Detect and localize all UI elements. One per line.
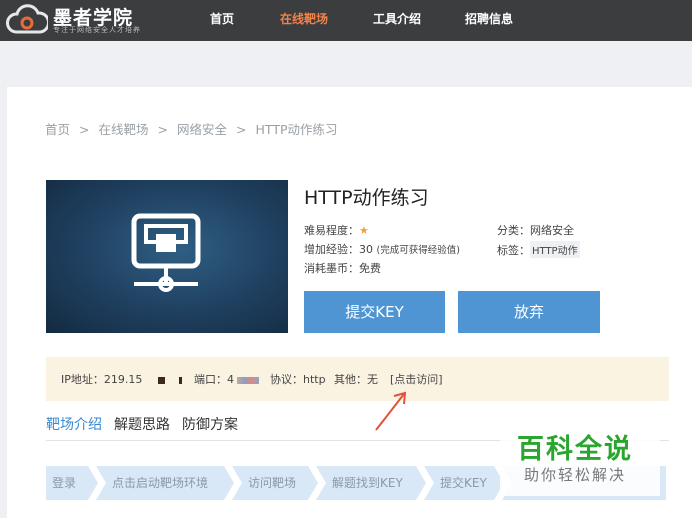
visit-link[interactable]: [点击访问]	[390, 371, 443, 387]
step-login: 登录	[52, 476, 77, 490]
experience-row: 增加经验：30 (完成可获得经验值)	[304, 241, 460, 257]
tab-introduction[interactable]: 靶场介绍	[46, 414, 102, 434]
breadcrumb-current: HTTP动作练习	[255, 122, 338, 137]
port-text: 端口：4	[194, 373, 234, 386]
annotation-arrow-icon	[375, 391, 407, 431]
chevron-right-icon	[416, 466, 434, 500]
breadcrumb-online-range[interactable]: 在线靶场	[99, 119, 149, 138]
breadcrumb-separator: >	[236, 122, 247, 137]
chevron-right-icon	[88, 466, 106, 500]
step-submit-key: 提交KEY	[440, 476, 487, 490]
category-label: 分类：网络安全	[497, 224, 574, 237]
difficulty-row: 难易程度：★	[304, 222, 369, 238]
redacted-mark	[158, 376, 166, 384]
nav-home[interactable]: 首页	[210, 10, 234, 27]
lab-title: HTTP动作练习	[304, 187, 429, 209]
difficulty-label: 难易程度：	[304, 224, 359, 237]
redacted-mark	[237, 376, 259, 384]
star-icon: ★	[359, 224, 369, 237]
step-start-env: 点击启动靶场环境	[112, 476, 209, 490]
brand-subtitle: 专注于网络安全人才培养	[53, 26, 141, 34]
chevron-right-icon	[308, 466, 326, 500]
breadcrumb-network-security[interactable]: 网络安全	[177, 119, 227, 138]
tag-label: 标签：	[497, 244, 530, 257]
ip-address: IP地址：219.15	[61, 371, 183, 387]
other-info: 其他：无	[334, 373, 378, 386]
cost-label: 消耗墨币：免费	[304, 262, 381, 275]
breadcrumb-separator: >	[79, 122, 90, 137]
tab-defense[interactable]: 防御方案	[182, 414, 238, 434]
port-info: 端口：4	[194, 371, 259, 387]
cloud-logo-icon	[6, 4, 48, 34]
breadcrumb-home[interactable]: 首页	[45, 119, 70, 138]
step-find-key: 解题找到KEY	[332, 476, 403, 490]
watermark-subtitle: 助你轻松解决	[524, 466, 627, 484]
tab-solution-ideas[interactable]: 解题思路	[114, 414, 170, 434]
nav-jobs[interactable]: 招聘信息	[465, 10, 513, 27]
nav-tools[interactable]: 工具介绍	[373, 10, 421, 27]
lab-tabs: 靶场介绍 解题思路 防御方案	[46, 414, 250, 434]
tag-row: 标签： HTTP动作	[497, 241, 580, 258]
network-server-icon	[131, 213, 201, 292]
step-visit-range: 访问靶场	[248, 476, 297, 490]
ip-text: IP地址：219.15	[61, 373, 143, 386]
lab-banner-image	[46, 180, 288, 333]
tag-badge[interactable]: HTTP动作	[530, 241, 580, 258]
redacted-mark	[179, 376, 183, 384]
watermark-title: 百科全说	[517, 434, 633, 465]
breadcrumb-separator: >	[157, 122, 168, 137]
top-nav-bar: 墨者学院 专注于网络安全人才培养 首页 在线靶场 工具介绍 招聘信息	[0, 0, 692, 41]
experience-label: 增加经验：30	[304, 243, 373, 256]
protocol-info: 协议：http	[270, 373, 326, 386]
breadcrumb: 首页 > 在线靶场 > 网络安全 > HTTP动作练习	[45, 119, 338, 138]
connection-info-bar: IP地址：219.15 端口：4 协议：http 其他：无 [点击访问]	[46, 357, 669, 401]
chevron-right-icon	[224, 466, 242, 500]
submit-key-button[interactable]: 提交KEY	[304, 291, 445, 333]
experience-note: (完成可获得经验值)	[376, 245, 460, 256]
nav-online-range[interactable]: 在线靶场	[280, 10, 328, 27]
abandon-button[interactable]: 放弃	[458, 291, 600, 333]
